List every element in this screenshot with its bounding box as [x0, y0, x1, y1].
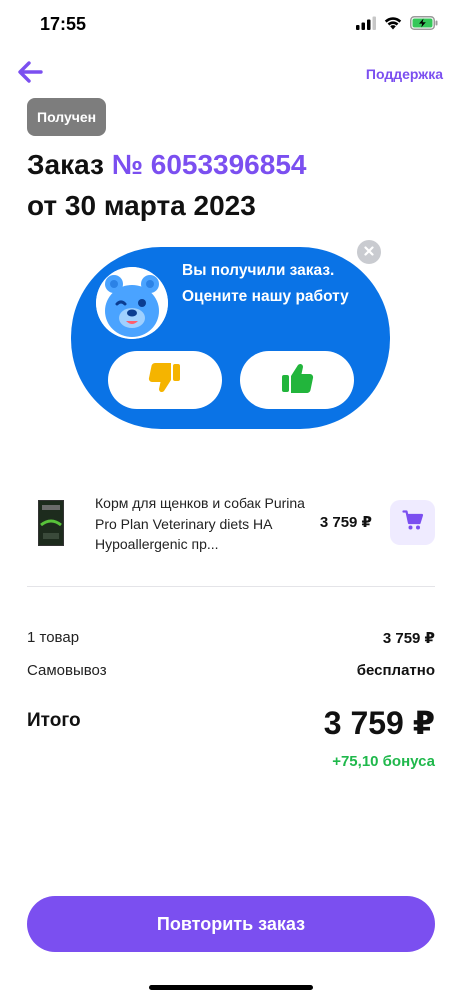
items-count-label: 1 товар	[27, 629, 80, 646]
product-row[interactable]: Корм для щенков и собак Purina Pro Plan …	[0, 490, 462, 560]
status-icons	[356, 16, 438, 35]
repeat-order-button[interactable]: Повторить заказ	[27, 896, 435, 952]
summary-delivery-row: Самовывоз бесплатно	[27, 662, 435, 679]
total-label: Итого	[27, 710, 81, 731]
cart-icon	[401, 509, 424, 536]
arrow-left-icon	[17, 60, 43, 88]
total-value: 3 759 ₽	[323, 705, 435, 741]
like-button[interactable]	[240, 351, 354, 409]
summary-items-row: 1 товар 3 759 ₽	[27, 629, 435, 647]
product-price: 3 759 ₽	[319, 514, 372, 531]
wifi-icon	[384, 16, 402, 35]
items-price-value: 3 759 ₽	[382, 630, 435, 647]
rating-prompt-text: Вы получили заказ. Оцените нашу работу	[182, 262, 349, 305]
nav-bar: Поддержка	[0, 56, 462, 96]
order-date: от 30 марта 2023	[27, 190, 256, 221]
divider	[27, 586, 435, 587]
order-number: № 6053396854	[111, 149, 307, 180]
close-icon	[364, 243, 374, 261]
dislike-button[interactable]	[108, 351, 222, 409]
order-title-prefix: Заказ	[27, 149, 104, 180]
thumbs-up-icon	[279, 360, 315, 401]
status-badge: Получен	[27, 98, 107, 136]
support-link[interactable]: Поддержка	[366, 66, 443, 82]
order-title: Заказ № 6053396854	[27, 148, 306, 182]
thumbs-down-icon	[147, 360, 183, 401]
close-button[interactable]	[355, 238, 383, 266]
delivery-value: бесплатно	[356, 662, 435, 679]
delivery-label: Самовывоз	[27, 662, 107, 679]
battery-charging-icon	[410, 16, 438, 35]
status-time: 17:55	[40, 14, 87, 34]
bear-mascot-icon	[96, 267, 168, 339]
product-name: Корм для щенков и собак Purina Pro Plan …	[95, 495, 305, 552]
add-to-cart-button[interactable]	[390, 500, 435, 545]
product-image	[38, 500, 64, 546]
home-indicator	[149, 985, 313, 990]
signal-icon	[356, 16, 376, 35]
status-bar: 17:55	[0, 0, 462, 48]
bonus-text: +75,10 бонуса	[332, 753, 435, 770]
back-button[interactable]	[12, 58, 48, 90]
